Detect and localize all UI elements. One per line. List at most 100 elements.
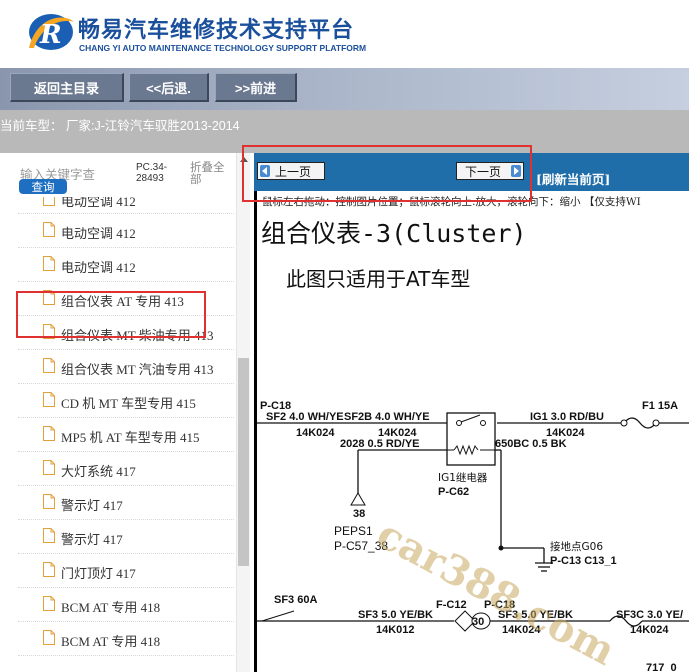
document-icon — [43, 494, 55, 509]
label-peps: PEPS1 — [334, 524, 373, 538]
tree-item-label: 组合仪表 MT 柴油专用 413 — [61, 328, 214, 343]
pc-code-label: PC.34-28493 — [136, 162, 168, 184]
tree-item-selected[interactable]: 组合仪表 AT 专用 413 — [18, 282, 234, 316]
tree-item-label: BCM AT 专用 418 — [61, 634, 161, 649]
refresh-page-link[interactable]: [刷新当前页] — [536, 169, 610, 188]
document-icon — [43, 596, 55, 611]
usage-hint: 鼠标左右拖动：控制图片位置；鼠标滚轮向上:放大，滚轮向下：缩小 【仅支持WI — [262, 196, 641, 208]
forward-button[interactable]: >>前进 — [215, 73, 297, 102]
label-sf3c: SF3C 3.0 YE/ — [616, 609, 683, 621]
label-triangle-num: 38 — [353, 508, 365, 520]
page-nav-bar: 上一页 下一页 [刷新当前页] — [254, 153, 689, 191]
next-page-button[interactable]: 下一页 — [456, 162, 524, 180]
diagram-note: 此图只适用于AT车型 — [286, 267, 471, 291]
current-car-bar: 当前车型： 厂家:J-江铃汽车驭胜2013-2014 — [0, 110, 689, 153]
document-icon — [43, 460, 55, 475]
document-icon — [43, 392, 55, 407]
document-icon — [43, 222, 55, 237]
collapse-all-link[interactable]: 折叠全部 — [190, 162, 232, 186]
splice-dot — [498, 545, 504, 551]
tree-item-label: 组合仪表 AT 专用 413 — [61, 294, 184, 309]
tree-item-label: 电动空调 412 — [61, 197, 136, 209]
tree-item[interactable]: 组合仪表 MT 柴油专用 413 — [18, 316, 234, 350]
label-sf2: SF2 4.0 WH/YE — [266, 411, 344, 423]
tree-item-label: CD 机 MT 车型专用 415 — [61, 396, 196, 411]
app-window: R 畅易汽车维修技术支持平台 CHANG YI AUTO MAINTENANCE… — [0, 0, 689, 672]
label-2028: 2028 0.5 RD/YE — [340, 438, 420, 450]
tree-item-label: MP5 机 AT 车型专用 415 — [61, 430, 200, 445]
label-page-num: 717_0 — [646, 662, 677, 672]
tree-item[interactable]: 门灯顶灯 417 — [18, 554, 234, 588]
document-icon — [43, 562, 55, 577]
arrow-right-icon — [511, 165, 521, 177]
tree-item-label: 电动空调 412 — [61, 226, 136, 241]
label-ground: 接地点G06 — [550, 540, 603, 553]
label-relay-conn: P-C62 — [438, 486, 469, 498]
tree-item-label: 警示灯 417 — [61, 532, 123, 547]
label-650bc: 650BC 0.5 BK — [495, 438, 567, 450]
fuse-terminal — [620, 419, 628, 427]
diagram-viewer: 上一页 下一页 [刷新当前页] 鼠标左右拖动：控制图片位置；鼠标滚轮向上:放大，… — [254, 153, 689, 672]
document-tree: 电动空调 412 电动空调 412 电动空调 412 组合仪表 AT 专用 41… — [18, 197, 234, 672]
document-icon — [43, 630, 55, 645]
sidebar-scrollbar[interactable] — [236, 153, 250, 672]
label-sf3-60a: SF3 60A — [274, 594, 317, 606]
current-car-label: 当前车型： 厂家:J-江铃汽车驭胜2013-2014 — [0, 119, 240, 133]
label-sf3-wire: SF3 5.0 YE/BK — [358, 609, 433, 621]
tree-item[interactable]: BCM AT 专用 418 — [18, 588, 234, 622]
tree-item[interactable]: CD 机 MT 车型专用 415 — [18, 384, 234, 418]
connector-triangle-icon — [350, 492, 366, 506]
back-button[interactable]: <<后退. — [129, 73, 209, 102]
tree-item-label: 门灯顶灯 417 — [61, 566, 136, 581]
home-button[interactable]: 返回主目录 — [10, 73, 124, 102]
scroll-up-arrow-icon[interactable] — [240, 157, 248, 162]
label-diamond-num: 30 — [472, 616, 484, 628]
document-icon — [43, 290, 55, 305]
fuse-f1-icon — [623, 417, 657, 429]
query-button[interactable]: 查询 — [19, 179, 67, 194]
tree-item[interactable]: 组合仪表 MT 汽油专用 413 — [18, 350, 234, 384]
svg-text:R: R — [39, 20, 62, 50]
prev-page-button[interactable]: 上一页 — [257, 162, 325, 180]
label-f1: F1 15A — [642, 400, 678, 412]
relay-box — [446, 412, 496, 466]
sidebar: 输入关键字查 PC.34-28493 折叠全部 查询 电动空调 412 电动空调… — [0, 153, 250, 672]
label-ground-conn: P-C13 C13_1 — [550, 555, 617, 567]
tree-item[interactable]: 警示灯 417 — [18, 520, 234, 554]
tree-item[interactable]: 电动空调 412 — [18, 248, 234, 282]
site-header: R 畅易汽车维修技术支持平台 CHANG YI AUTO MAINTENANCE… — [0, 0, 689, 68]
document-icon — [43, 528, 55, 543]
tree-item[interactable]: 电动空调 412 — [18, 214, 234, 248]
tree-item-label: 组合仪表 MT 汽油专用 413 — [61, 362, 214, 377]
tree-item-label: 电动空调 412 — [61, 260, 136, 275]
document-icon — [43, 197, 55, 206]
brand-logo: R — [29, 14, 74, 50]
label-sf2b: SF2B 4.0 WH/YE — [344, 411, 430, 423]
tree-item[interactable]: BCM AT 专用 418 — [18, 622, 234, 656]
document-icon — [43, 358, 55, 373]
tree-item-label: BCM AT 专用 418 — [61, 600, 161, 615]
scrollbar-thumb[interactable] — [238, 358, 249, 566]
wire-sf3-60 — [261, 610, 295, 622]
tree-item[interactable]: 警示灯 417 — [18, 486, 234, 520]
relay-contact — [456, 420, 462, 426]
label-relay: IG1继电器 — [438, 471, 488, 484]
wiring-diagram[interactable]: P-C18 SF2 4.0 WH/YE SF2B 4.0 WH/YE 14K02… — [254, 393, 689, 672]
relay-contact — [480, 420, 486, 426]
main-toolbar: 返回主目录 <<后退. >>前进 — [0, 68, 689, 110]
tree-item[interactable]: 电动空调 412 — [18, 197, 234, 214]
tree-item-label: 大灯系统 417 — [61, 464, 136, 479]
diagram-title: 组合仪表-3(Cluster) — [261, 219, 527, 248]
arrow-left-icon — [260, 165, 270, 177]
label-14k024-e: 14K024 — [630, 624, 669, 636]
brand-subtitle: CHANG YI AUTO MAINTENANCE TECHNOLOGY SUP… — [79, 43, 367, 53]
document-icon — [43, 426, 55, 441]
document-icon — [43, 324, 55, 339]
brand-title: 畅易汽车维修技术支持平台 — [78, 17, 355, 43]
fuse-terminal — [652, 419, 660, 427]
tree-item[interactable]: 大灯系统 417 — [18, 452, 234, 486]
label-14k024-a: 14K024 — [296, 427, 335, 439]
tree-item-label: 警示灯 417 — [61, 498, 123, 513]
watermark: car388.com — [369, 510, 623, 672]
tree-item[interactable]: MP5 机 AT 车型专用 415 — [18, 418, 234, 452]
